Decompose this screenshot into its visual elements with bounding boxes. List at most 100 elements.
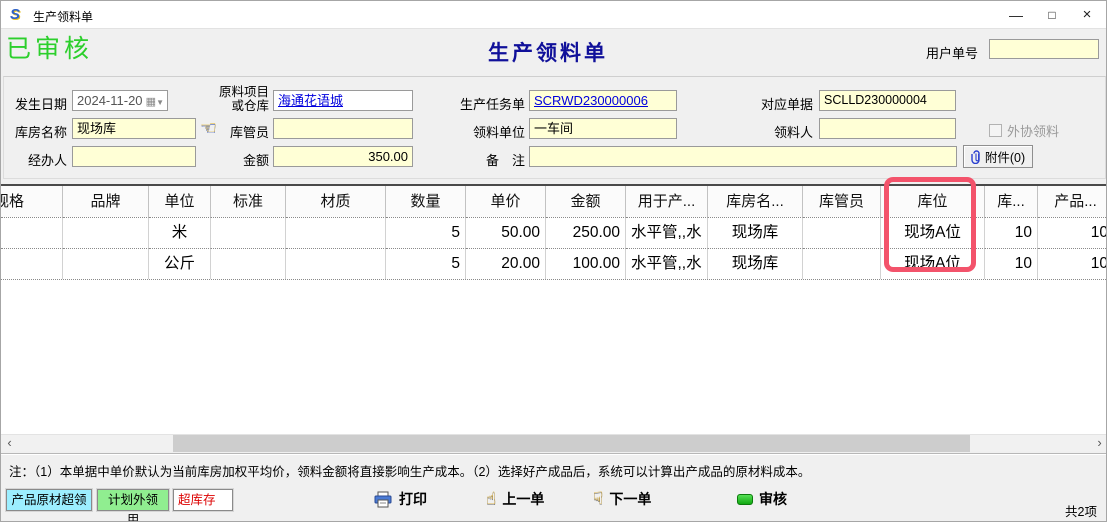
keeper-label: 库管员 <box>215 122 269 141</box>
audit-label: 审核 <box>759 489 787 509</box>
attachment-button[interactable]: 附件(0) <box>963 145 1033 168</box>
close-button[interactable]: × <box>1070 1 1104 29</box>
table-cell[interactable]: 米 <box>149 217 211 248</box>
header-cell[interactable]: 单价 <box>466 186 546 217</box>
warehouse-name-label: 库房名称 <box>1 122 67 141</box>
table-row[interactable]: 米550.00250.00水平管,,水现场库现场A位1010 <box>1 217 1107 248</box>
table-cell[interactable]: 10 <box>985 217 1038 248</box>
handler-input[interactable] <box>72 146 196 167</box>
scroll-right-arrow[interactable]: › <box>1091 435 1107 452</box>
table-cell[interactable] <box>211 248 286 279</box>
header-cell[interactable]: 材质 <box>286 186 386 217</box>
over-requisition-label: 产品原材超领 <box>11 493 86 507</box>
grid-header: 规格品牌单位标准材质数量单价金额用于产...库房名...库管员库位库...产品.… <box>1 186 1107 217</box>
grid-body: 米550.00250.00水平管,,水现场库现场A位1010公斤520.0010… <box>1 217 1107 280</box>
corresponding-doc-field[interactable]: SCLLD230000004 <box>819 90 956 111</box>
table-cell[interactable] <box>63 217 149 248</box>
user-doc-no-input[interactable] <box>989 39 1099 59</box>
header-cell[interactable]: 数量 <box>386 186 466 217</box>
issue-date-value: 2024-11-20 <box>77 93 143 108</box>
app-window: S 生产领料单 — □ × 已审核 生产领料单 用户单号 发生日期 2024-1… <box>0 0 1107 522</box>
picker-input[interactable] <box>819 118 956 139</box>
table-cell[interactable]: 5 <box>386 217 466 248</box>
corresponding-doc-value: SCLLD230000004 <box>824 93 927 107</box>
header-cell[interactable]: 库房名... <box>708 186 803 217</box>
remark-input[interactable] <box>529 146 957 167</box>
unplanned-use-toggle[interactable]: 计划外领用 <box>97 489 169 511</box>
items-grid: 规格品牌单位标准材质数量单价金额用于产...库房名...库管员库位库...产品.… <box>1 184 1107 434</box>
table-cell[interactable] <box>803 217 881 248</box>
header-cell[interactable]: 产品... <box>1038 186 1107 217</box>
scrollbar-thumb[interactable] <box>173 435 970 452</box>
horizontal-scrollbar[interactable]: ‹ › <box>1 434 1107 451</box>
requisition-unit-field[interactable]: 一车间 <box>529 118 677 139</box>
table-cell[interactable]: 公斤 <box>149 248 211 279</box>
overstock-toggle[interactable]: 超库存 <box>173 489 233 511</box>
calendar-icon[interactable]: ▦▼ <box>146 93 164 111</box>
table-cell[interactable]: 水平管,,水 <box>626 248 708 279</box>
table-cell[interactable] <box>211 217 286 248</box>
audit-button[interactable]: 审核 <box>737 489 787 509</box>
table-cell[interactable] <box>286 248 386 279</box>
keeper-input[interactable] <box>273 118 413 139</box>
table-cell[interactable]: 100.00 <box>546 248 626 279</box>
outsourcing-checkbox[interactable] <box>989 124 1002 137</box>
header-cell[interactable]: 单位 <box>149 186 211 217</box>
table-cell[interactable]: 现场库 <box>708 217 803 248</box>
audit-icon <box>737 494 753 505</box>
amount-field[interactable]: 350.00 <box>273 146 413 167</box>
header-cell[interactable]: 库管员 <box>803 186 881 217</box>
table-cell[interactable]: 现场A位 <box>881 248 985 279</box>
material-project-label: 原料项目 或仓库 <box>215 85 269 113</box>
warehouse-name-value: 现场库 <box>77 121 116 136</box>
table-cell[interactable]: 现场库 <box>708 248 803 279</box>
previous-doc-button[interactable]: ☝ 上一单 <box>486 489 544 509</box>
header-cell[interactable]: 品牌 <box>63 186 149 217</box>
table-cell[interactable] <box>286 217 386 248</box>
print-label: 打印 <box>399 489 427 509</box>
table-cell[interactable] <box>63 248 149 279</box>
table-row[interactable]: 公斤520.00100.00水平管,,水现场库现场A位1010 <box>1 248 1107 279</box>
header-cell[interactable]: 用于产... <box>626 186 708 217</box>
header-cell[interactable]: 规格 <box>1 186 63 217</box>
over-requisition-toggle[interactable]: 产品原材超领 <box>6 489 92 511</box>
scroll-left-arrow[interactable]: ‹ <box>1 435 18 452</box>
table-cell[interactable] <box>1 248 63 279</box>
table-cell[interactable]: 50.00 <box>466 217 546 248</box>
issue-date-picker[interactable]: 2024-11-20 ▦▼ <box>72 90 168 111</box>
outsourcing-checkbox-row: 外协领料 <box>989 121 1059 140</box>
production-task-label: 生产任务单 <box>449 94 525 113</box>
titlebar: S 生产领料单 — □ × <box>1 1 1106 29</box>
header-cell[interactable]: 标准 <box>211 186 286 217</box>
table-cell[interactable]: 现场A位 <box>881 217 985 248</box>
material-project-link[interactable]: 海通花语城 <box>278 93 343 108</box>
table-cell[interactable]: 10 <box>1038 248 1107 279</box>
previous-doc-label: 上一单 <box>502 489 544 509</box>
footer-note: 注：（1）本单据中单价默认为当前库房加权平均价，领料金额将直接影响生产成本。（2… <box>9 461 810 480</box>
production-task-link[interactable]: SCRWD230000006 <box>534 93 648 108</box>
table-cell[interactable]: 10 <box>1038 217 1107 248</box>
minimize-button[interactable]: — <box>999 1 1033 29</box>
unplanned-use-label: 计划外领用 <box>108 493 158 522</box>
next-doc-button[interactable]: ☟ 下一单 <box>593 489 651 509</box>
warehouse-name-field[interactable]: 现场库 <box>72 118 196 139</box>
production-task-field[interactable]: SCRWD230000006 <box>529 90 677 111</box>
table-cell[interactable] <box>1 217 63 248</box>
table-cell[interactable]: 5 <box>386 248 466 279</box>
material-project-field[interactable]: 海通花语城 <box>273 90 413 111</box>
header-cell[interactable]: 库... <box>985 186 1038 217</box>
maximize-button[interactable]: □ <box>1035 1 1069 29</box>
corresponding-doc-label: 对应单据 <box>743 94 813 113</box>
table-cell[interactable]: 250.00 <box>546 217 626 248</box>
total-count: 共2项 <box>1065 501 1097 520</box>
table-cell[interactable]: 20.00 <box>466 248 546 279</box>
table-cell[interactable]: 水平管,,水 <box>626 217 708 248</box>
table-cell[interactable]: 10 <box>985 248 1038 279</box>
row-separator <box>1 279 1107 280</box>
table-cell[interactable] <box>803 248 881 279</box>
header-cell[interactable]: 库位 <box>881 186 985 217</box>
app-logo-icon: S <box>10 6 27 23</box>
print-button[interactable]: 打印 <box>373 489 427 509</box>
user-doc-no-label: 用户单号 <box>926 43 978 62</box>
header-cell[interactable]: 金额 <box>546 186 626 217</box>
